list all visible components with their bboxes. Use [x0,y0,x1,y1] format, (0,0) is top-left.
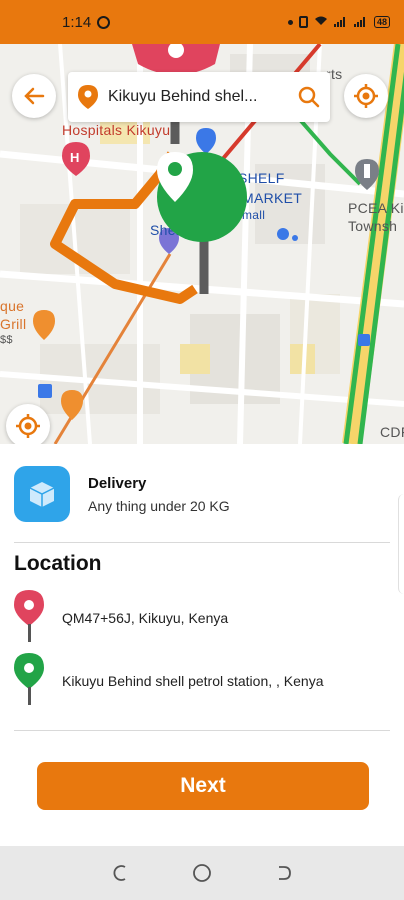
home-icon[interactable] [191,862,213,884]
gps-icon [354,84,378,108]
map-label-grill-1: que [0,298,25,314]
pickup-pin-icon [14,590,44,642]
pickup-address: QM47+56J, Kikuyu, Kenya [62,610,229,626]
location-title: Location [14,552,102,575]
back-button[interactable] [12,74,56,118]
dropoff-pin-icon [14,653,44,705]
back-arrow-icon [24,87,45,105]
destination-marker [157,152,247,242]
delivery-title: Delivery [88,474,147,492]
back-nav-icon[interactable] [274,863,294,883]
delivery-subtitle: Any thing under 20 KG [88,497,230,514]
sync-icon [97,15,111,29]
battery-level: 48 [376,17,387,27]
signal-icon [333,17,348,27]
my-location-button[interactable] [344,74,388,118]
divider [14,730,390,731]
status-time: 1:14 [62,13,92,31]
dot-icon [287,19,293,25]
recenter-button[interactable] [6,404,50,448]
dropoff-address: Kikuyu Behind shell petrol station, , Ke… [62,673,324,689]
map-label-cdf: CDF [380,424,404,440]
battery-icon: 48 [373,16,390,28]
map-label-hospitals: Hospitals Kikuyu [62,122,171,138]
recents-icon[interactable] [110,863,130,883]
svg-text:H: H [70,150,79,165]
vibrate-icon [298,16,308,28]
search-icon[interactable] [298,86,320,108]
dropoff-location[interactable]: Kikuyu Behind shell petrol station, , Ke… [12,653,324,705]
status-bar: 1:14 48 [0,0,404,44]
next-button[interactable]: Next [37,762,369,810]
system-nav-bar [0,846,404,900]
map-label-mall: mall [242,208,266,222]
pickup-location[interactable]: QM47+56J, Kikuyu, Kenya [12,590,228,642]
map-label-grill-3: $$ [0,334,13,346]
package-icon [14,466,70,522]
delivery-type[interactable]: Delivery Any thing under 20 KG [14,466,230,522]
location-pin-icon [157,152,193,202]
wifi-icon [314,15,328,29]
location-pin-icon [78,85,98,109]
map-label-shelf-2: MARKET [242,190,303,206]
sheet-edge [398,494,404,594]
signal-icon-2 [353,17,368,27]
location-search-box[interactable]: Kikuyu Behind shel... [68,72,330,122]
gps-icon [16,414,40,438]
map-label-pcea-1: PCEA Ki [348,200,404,216]
divider [14,542,390,543]
map-label-grill-2: Grill [0,316,27,332]
search-input[interactable]: Kikuyu Behind shel... [108,88,288,106]
map-label-pcea-2: Townsh [348,218,398,234]
